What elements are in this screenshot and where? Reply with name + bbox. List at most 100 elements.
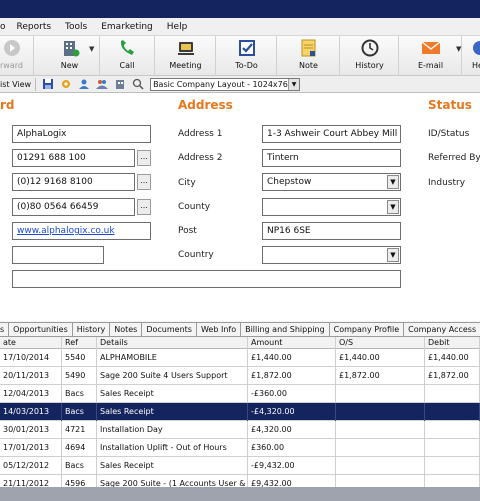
menu-item-leading[interactable]: o bbox=[0, 22, 10, 32]
table-row[interactable]: 17/10/2014 5540 ALPHAMOBILE £1,440.00 £1,440… bbox=[0, 349, 480, 367]
menu-item-tools[interactable]: Tools bbox=[58, 22, 94, 32]
column-header[interactable]: Debit bbox=[425, 337, 480, 349]
tab-company-access[interactable]: Company Access bbox=[403, 322, 480, 336]
phone-2-lookup-button[interactable]: ... bbox=[137, 174, 151, 190]
website-field[interactable]: www.alphalogix.co.uk bbox=[12, 222, 151, 240]
grid-cell: 30/01/2013 bbox=[0, 421, 62, 439]
country-combo[interactable]: ▼ bbox=[262, 246, 401, 264]
section-title-status: Status bbox=[428, 98, 472, 112]
chevron-down-icon[interactable]: ▼ bbox=[456, 45, 461, 53]
tab-company-profile[interactable]: Company Profile bbox=[328, 322, 405, 336]
address1-field[interactable]: 1-3 Ashweir Court Abbey Mill bbox=[262, 125, 401, 143]
meeting-icon bbox=[176, 36, 196, 60]
grid-cell: 17/01/2013 bbox=[0, 439, 62, 457]
phone-field-1[interactable]: 01291 688 100 bbox=[12, 149, 135, 167]
tab-history[interactable]: History bbox=[71, 322, 111, 336]
table-row[interactable]: 20/11/2013 5490 Sage 200 Suite 4 Users Sup… bbox=[0, 367, 480, 385]
section-title-address: Address bbox=[178, 98, 233, 112]
column-header[interactable]: Ref bbox=[62, 337, 97, 349]
transactions-grid: ate Ref Details Amount O/S Debit 17/10/2014 554… bbox=[0, 337, 480, 493]
table-row[interactable]: 14/03/2013 Bacs Sales Receipt -£4,320.00 bbox=[0, 403, 480, 421]
city-combo[interactable]: Chepstow ▼ bbox=[262, 173, 401, 191]
tab-billing-and-shipping[interactable]: Billing and Shipping bbox=[240, 322, 330, 336]
chevron-down-icon[interactable]: ▼ bbox=[387, 200, 399, 214]
todo-label: To-Do bbox=[235, 61, 258, 70]
forward-label: rward bbox=[0, 61, 23, 70]
forward-button[interactable]: rward bbox=[0, 36, 34, 76]
column-header[interactable]: ate bbox=[0, 337, 62, 349]
new-label: New bbox=[60, 61, 79, 70]
phone-1-lookup-button[interactable]: ... bbox=[137, 150, 151, 166]
grid-cell bbox=[336, 457, 425, 475]
grid-cell: 20/11/2013 bbox=[0, 367, 62, 385]
grid-cell: 5540 bbox=[62, 349, 97, 367]
extra-field[interactable] bbox=[12, 246, 104, 264]
table-row[interactable]: 12/04/2013 Bacs Sales Receipt -£360.00 bbox=[0, 385, 480, 403]
menu-item-emarketing[interactable]: Emarketing bbox=[94, 22, 160, 32]
post-field[interactable]: NP16 6SE bbox=[262, 222, 401, 240]
status-bar bbox=[0, 487, 480, 501]
settings-icon[interactable] bbox=[59, 78, 72, 91]
county-combo[interactable]: ▼ bbox=[262, 198, 401, 216]
history-button[interactable]: History bbox=[341, 36, 399, 76]
new-button[interactable]: New bbox=[40, 36, 100, 76]
building-icon bbox=[60, 36, 80, 60]
grid-cell bbox=[336, 385, 425, 403]
section-title-left: rd bbox=[0, 98, 15, 112]
grid-header[interactable]: ate Ref Details Amount O/S Debit bbox=[0, 337, 480, 349]
grid-cell: £1,440.00 bbox=[248, 349, 336, 367]
table-row[interactable]: 05/12/2012 Bacs Sales Receipt -£9,432.00 bbox=[0, 457, 480, 475]
county-label: County bbox=[178, 202, 211, 212]
email-button[interactable]: E-mail bbox=[400, 36, 462, 76]
column-header[interactable]: O/S bbox=[336, 337, 425, 349]
save-icon[interactable] bbox=[41, 78, 54, 91]
layout-dropdown[interactable]: Basic Company Layout - 1024x768 ▼ bbox=[150, 77, 301, 91]
call-button[interactable]: Call bbox=[100, 36, 155, 76]
address1-label: Address 1 bbox=[178, 129, 223, 139]
grid-cell: Bacs bbox=[62, 457, 97, 475]
address2-label: Address 2 bbox=[178, 153, 223, 163]
address2-field[interactable]: Tintern bbox=[262, 149, 401, 167]
chevron-down-icon[interactable]: ▼ bbox=[89, 45, 94, 53]
table-row[interactable]: 30/01/2013 4721 Installation Day £4,320.00 bbox=[0, 421, 480, 439]
contacts-icon[interactable] bbox=[95, 78, 108, 91]
help-button[interactable]: He bbox=[463, 36, 480, 76]
grid-cell: Installation Uplift - Out of Hours bbox=[97, 439, 248, 457]
tab-opportunities[interactable]: Opportunities bbox=[8, 322, 73, 336]
city-value: Chepstow bbox=[267, 177, 312, 187]
menu-bar: o Reports Tools Emarketing Help bbox=[0, 18, 480, 36]
forward-icon bbox=[2, 36, 22, 60]
chevron-down-icon[interactable]: ▼ bbox=[387, 175, 399, 189]
menu-item-reports[interactable]: Reports bbox=[10, 22, 59, 32]
company-name-field[interactable]: AlphaLogix bbox=[12, 125, 151, 143]
tab-documents[interactable]: Documents bbox=[141, 322, 197, 336]
meeting-button[interactable]: Meeting bbox=[156, 36, 216, 76]
checkbox-icon bbox=[237, 36, 257, 60]
column-header[interactable]: Details bbox=[97, 337, 248, 349]
column-header[interactable]: Amount bbox=[248, 337, 336, 349]
company-icon[interactable] bbox=[113, 78, 126, 91]
grid-cell: £1,872.00 bbox=[248, 367, 336, 385]
table-row[interactable]: 17/01/2013 4694 Installation Uplift - Out … bbox=[0, 439, 480, 457]
menu-item-help[interactable]: Help bbox=[160, 22, 195, 32]
phone-field-3[interactable]: (0)80 0564 66459 bbox=[12, 198, 135, 216]
tab-notes[interactable]: Notes bbox=[109, 322, 143, 336]
phone-3-lookup-button[interactable]: ... bbox=[137, 199, 151, 215]
phone-icon bbox=[117, 36, 137, 60]
list-view-label[interactable]: ist View bbox=[0, 77, 37, 91]
grid-cell: Bacs bbox=[62, 403, 97, 421]
grid-cell bbox=[336, 439, 425, 457]
referred-by-label: Referred By bbox=[428, 153, 480, 163]
tab-web-info[interactable]: Web Info bbox=[195, 322, 242, 336]
history-icon bbox=[360, 36, 380, 60]
wide-field[interactable] bbox=[12, 270, 401, 288]
search-icon[interactable] bbox=[131, 78, 144, 91]
chevron-down-icon[interactable]: ▼ bbox=[387, 248, 399, 262]
chevron-down-icon[interactable]: ▼ bbox=[288, 78, 300, 90]
main-toolbar: rward New Call Meeting To-Do Note History E-mai… bbox=[0, 36, 480, 76]
contact-icon[interactable] bbox=[77, 78, 90, 91]
phone-field-2[interactable]: (0)12 9168 8100 bbox=[12, 173, 135, 191]
industry-label: Industry bbox=[428, 178, 466, 188]
todo-button[interactable]: To-Do bbox=[217, 36, 277, 76]
note-button[interactable]: Note bbox=[278, 36, 340, 76]
